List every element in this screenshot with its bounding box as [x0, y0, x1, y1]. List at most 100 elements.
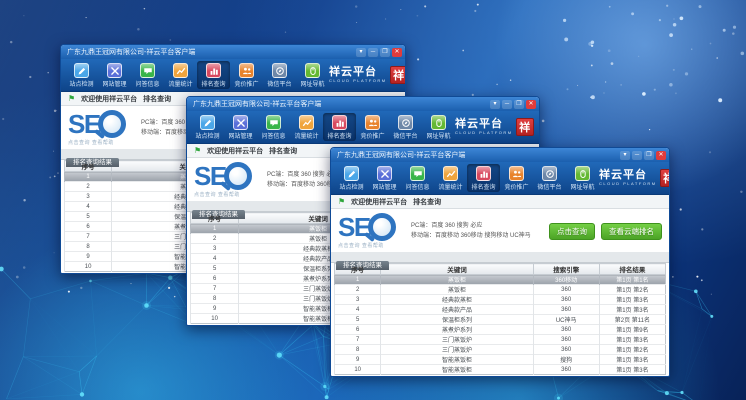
toolbar-item[interactable]: 排名查询: [323, 113, 356, 141]
table-row[interactable]: 4 经典款产品 360 第1页 第3名: [335, 305, 666, 315]
toolbar-item[interactable]: 流量统计: [290, 113, 323, 141]
maximize-button[interactable]: ❐: [644, 151, 654, 160]
toolbar-item[interactable]: 竞价推广: [500, 164, 533, 192]
cell-no: 1: [335, 275, 381, 285]
toolbar-icon: [140, 63, 155, 78]
cell-engine: 360: [533, 305, 599, 315]
toolbar-item[interactable]: 网站管理: [98, 61, 131, 89]
toolbar-item[interactable]: 站点检测: [335, 164, 368, 192]
toolbar-item[interactable]: 微信平台: [263, 61, 296, 89]
maximize-button[interactable]: ❐: [514, 100, 524, 109]
table-row[interactable]: 2 蒸饭柜 360 第1页 第2名: [335, 285, 666, 295]
brand-logo: 祥云平台 CLOUD PLATFORM 祥: [455, 118, 536, 136]
mouse-icon: [434, 118, 444, 128]
engine-info: PC端：百度 360 搜狗 必应 移动端：百度移动 360移动 搜狗移动 UC神…: [411, 221, 531, 241]
table-row[interactable]: 6 蒸煮炉系列 360 第1页 第9名: [335, 325, 666, 335]
window-title: 广东九鼎王冠网有限公司-祥云平台客户端: [193, 99, 488, 109]
toolbar-item-label: 排名查询: [471, 182, 495, 191]
toolbar-item-label: 站点检测: [339, 182, 363, 191]
table-row[interactable]: 3 经典款蒸柜 360 第1页 第3名: [335, 295, 666, 305]
cell-no: 9: [335, 355, 381, 365]
toolbar-item[interactable]: 站点检测: [191, 113, 224, 141]
page-title: 排名查询: [269, 146, 297, 156]
toolbar-item-label: 问答信息: [135, 79, 159, 88]
compass-icon: [401, 118, 411, 128]
cell-rank: 第1页 第3名: [599, 305, 665, 315]
minimize-button[interactable]: ─: [632, 151, 642, 160]
window-titlebar[interactable]: 广东九鼎王冠网有限公司-祥云平台客户端 ▾ ─ ❐ ✕: [331, 148, 669, 162]
close-button[interactable]: ✕: [392, 48, 402, 57]
toolbar-item[interactable]: 排名查询: [467, 164, 500, 192]
toolbar-item[interactable]: 网站管理: [224, 113, 257, 141]
maximize-button[interactable]: ❐: [380, 48, 390, 57]
cell-no: 9: [191, 304, 239, 314]
cell-rank: 第1页 第3名: [599, 355, 665, 365]
toolbar-icon: [233, 115, 248, 130]
cell-no: 6: [65, 222, 112, 232]
cell-keyword: 经典款蒸柜: [381, 295, 533, 305]
cell-keyword: 保温柜系列: [381, 315, 533, 325]
table-row[interactable]: 8 三门蒸饭炉 360 第1页 第2名: [335, 345, 666, 355]
toolbar-item-label: 排名查询: [327, 131, 351, 140]
window-title: 广东九鼎王冠网有限公司-祥云平台客户端: [337, 150, 618, 160]
engine-info-mobile: 移动端：百度移动 360移动 搜狗移动 UC神马: [411, 231, 531, 241]
people-icon: [512, 169, 522, 179]
toolbar-items: 站点检测 网站管理 问答信息 流量统计: [65, 61, 329, 89]
toolbar-item[interactable]: 微信平台: [389, 113, 422, 141]
seo-logo: SE 点击查询 查看帮助: [194, 162, 262, 198]
main-toolbar: 站点检测 网站管理 问答信息 流量统计: [331, 162, 669, 195]
toolbar-item[interactable]: 竞价推广: [230, 61, 263, 89]
toolbar-item[interactable]: 网站管理: [368, 164, 401, 192]
toolbar-item[interactable]: 流量统计: [434, 164, 467, 192]
people-icon: [242, 66, 252, 76]
minimize-button[interactable]: ─: [502, 100, 512, 109]
toolbar-icon: [74, 63, 89, 78]
cell-rank: 第1页 第3名: [599, 365, 665, 375]
brand-text: 祥云平台 CLOUD PLATFORM: [329, 67, 387, 83]
magnifier-icon: [98, 110, 126, 138]
toolbar-item-label: 网站管理: [102, 79, 126, 88]
table-row[interactable]: 9 智能蒸饭柜 搜狗 第1页 第3名: [335, 355, 666, 365]
close-button[interactable]: ✕: [656, 151, 666, 160]
toolbar-item[interactable]: 问答信息: [131, 61, 164, 89]
toolbar-item-label: 微信平台: [537, 182, 561, 191]
cloud-ranking-button[interactable]: 查看云端排名: [601, 223, 662, 240]
table-row[interactable]: 10 智能蒸饭柜 360 第1页 第3名: [335, 365, 666, 375]
engine-info-pc: PC端：百度 360 搜狗 必应: [411, 221, 531, 231]
cell-engine: 360: [533, 325, 599, 335]
toolbar-item[interactable]: 流量统计: [164, 61, 197, 89]
toolbar-item[interactable]: 问答信息: [401, 164, 434, 192]
skin-button[interactable]: ▾: [356, 48, 366, 57]
result-tab-strip: 排名查询结果: [331, 252, 669, 263]
seo-logo: SE 点击查询 查看帮助: [68, 110, 136, 146]
table-row[interactable]: 5 保温柜系列 UC神马 第2页 第11名: [335, 315, 666, 325]
toolbar-item[interactable]: 排名查询: [197, 61, 230, 89]
toolbar-item[interactable]: 网址导航: [566, 164, 599, 192]
window-titlebar[interactable]: 广东九鼎王冠网有限公司-祥云平台客户端 ▾ ─ ❐ ✕: [61, 45, 405, 59]
close-button[interactable]: ✕: [526, 100, 536, 109]
skin-button[interactable]: ▾: [490, 100, 500, 109]
query-button[interactable]: 点击查询: [549, 223, 595, 240]
toolbar-icon: [206, 63, 221, 78]
window-titlebar[interactable]: 广东九鼎王冠网有限公司-祥云平台客户端 ▾ ─ ❐ ✕: [187, 97, 539, 111]
cell-no: 7: [65, 232, 112, 242]
seo-tagline: 点击查询 查看帮助: [68, 139, 136, 146]
toolbar-item[interactable]: 网址导航: [296, 61, 329, 89]
table-row[interactable]: 7 三门蒸饭炉 360 第1页 第3名: [335, 335, 666, 345]
cell-no: 2: [65, 182, 112, 192]
toolbar-items: 站点检测 网站管理 问答信息 流量统计: [335, 164, 599, 192]
toolbar-item[interactable]: 竞价推广: [356, 113, 389, 141]
skin-button[interactable]: ▾: [620, 151, 630, 160]
toolbar-item[interactable]: 站点检测: [65, 61, 98, 89]
minimize-button[interactable]: ─: [368, 48, 378, 57]
cell-no: 4: [335, 305, 381, 315]
toolbar-item-label: 站点检测: [69, 79, 93, 88]
toolbar-item[interactable]: 微信平台: [533, 164, 566, 192]
brand-seal-icon: 祥: [516, 118, 534, 136]
cell-no: 5: [191, 264, 239, 274]
toolbar-item[interactable]: 问答信息: [257, 113, 290, 141]
table-row[interactable]: 1 蒸饭柜 360移动 第1页 第1名: [335, 275, 666, 285]
brand-logo: 祥云平台 CLOUD PLATFORM 祥: [599, 169, 670, 187]
main-toolbar: 站点检测 网站管理 问答信息 流量统计: [61, 59, 405, 92]
toolbar-item[interactable]: 网址导航: [422, 113, 455, 141]
